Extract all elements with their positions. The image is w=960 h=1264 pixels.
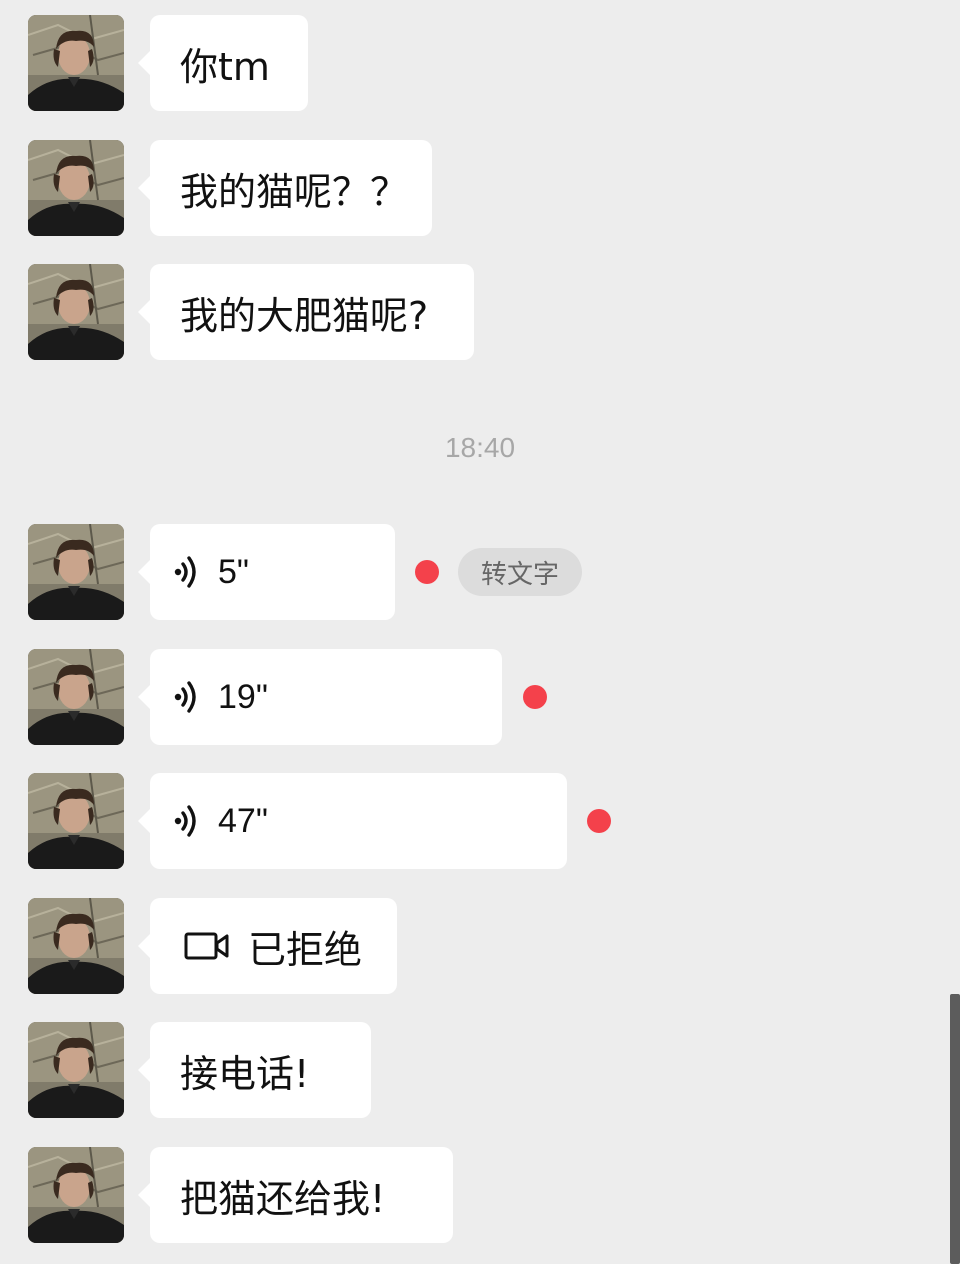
unread-dot <box>523 685 547 709</box>
message-row: 19" <box>28 649 628 745</box>
message-row: 47" <box>28 773 648 869</box>
avatar[interactable] <box>28 264 124 360</box>
message-text: 接电话! <box>180 1051 310 1096</box>
message-text: 你tm <box>180 44 270 89</box>
to-text-button[interactable]: 转文字 <box>458 548 582 596</box>
voice-duration: 47" <box>218 801 268 840</box>
avatar[interactable] <box>28 898 124 994</box>
unread-dot <box>415 560 439 584</box>
message-text: 把猫还给我! <box>180 1176 386 1221</box>
chat-timestamp: 18:40 <box>444 432 516 463</box>
voice-wave-icon <box>172 803 204 839</box>
message-text: 我的猫呢？？ <box>180 169 409 214</box>
avatar[interactable] <box>28 773 124 869</box>
voice-duration: 19" <box>218 677 268 716</box>
text-bubble[interactable]: 我的猫呢？？ <box>138 140 432 236</box>
avatar[interactable] <box>28 1147 124 1243</box>
text-bubble[interactable]: 你tm <box>138 15 308 111</box>
text-bubble[interactable]: 接电话! <box>138 1022 371 1118</box>
avatar[interactable] <box>28 1022 124 1118</box>
avatar[interactable] <box>28 649 124 745</box>
voice-message-bubble[interactable]: 19" <box>138 649 502 745</box>
voice-wave-icon <box>172 554 204 590</box>
unread-dot <box>587 809 611 833</box>
message-row: 5" 转文字 <box>28 524 628 620</box>
call-status-text: 已拒绝 <box>248 927 363 972</box>
avatar[interactable] <box>28 15 124 111</box>
voice-message-bubble[interactable]: 5" <box>138 524 395 620</box>
video-camera-icon <box>184 932 229 960</box>
message-text: 我的大肥猫呢? <box>180 293 429 338</box>
avatar[interactable] <box>28 524 124 620</box>
voice-duration: 5" <box>218 552 249 591</box>
text-bubble[interactable]: 我的大肥猫呢? <box>138 264 474 360</box>
voice-message-bubble[interactable]: 47" <box>138 773 567 869</box>
text-bubble[interactable]: 把猫还给我! <box>138 1147 453 1243</box>
avatar[interactable] <box>28 140 124 236</box>
call-record-bubble[interactable]: 已拒绝 <box>138 898 397 994</box>
voice-wave-icon <box>172 679 204 715</box>
scrollbar-thumb[interactable] <box>950 994 960 1264</box>
